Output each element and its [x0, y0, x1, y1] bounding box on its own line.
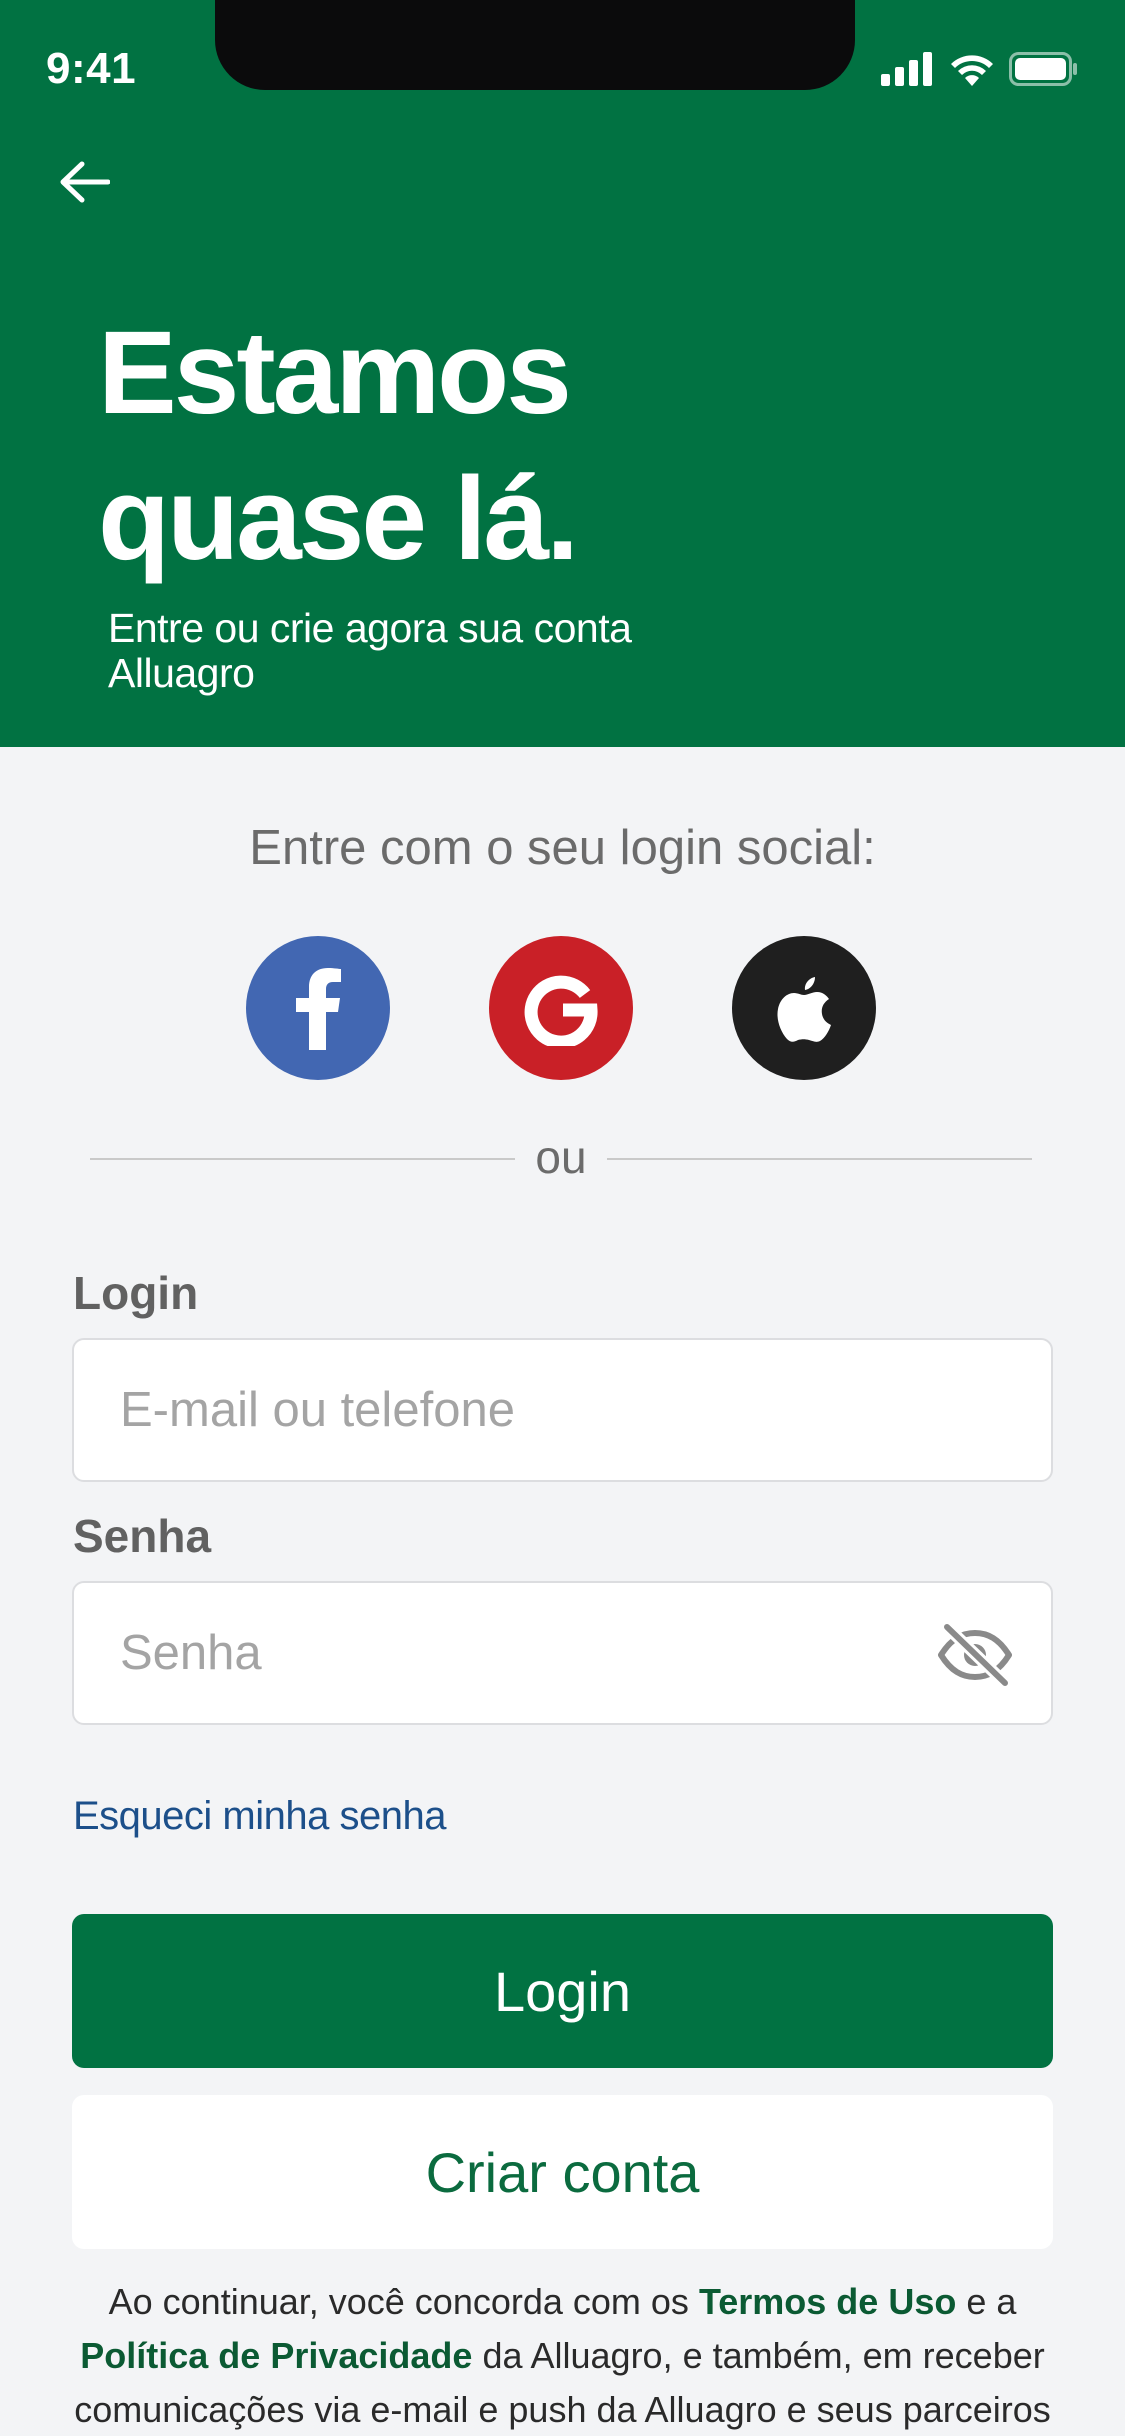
page-title: Estamos quase lá. — [98, 300, 579, 592]
social-login-title: Entre com o seu login social: — [249, 821, 876, 875]
arrow-left-icon — [60, 161, 110, 203]
facebook-icon — [296, 968, 341, 1050]
divider-text: ou — [535, 1131, 587, 1183]
page-title-line2: quase lá. — [98, 453, 579, 585]
status-time: 9:41 — [46, 44, 137, 93]
password-field — [72, 1581, 1053, 1725]
login-input[interactable] — [120, 1340, 960, 1480]
terms-text-1: Ao continuar, você concorda com os — [108, 2281, 699, 2322]
wifi-icon — [951, 55, 993, 86]
battery-icon — [1009, 52, 1077, 86]
or-divider: ou — [90, 1130, 1032, 1190]
google-icon — [524, 975, 598, 1046]
subtitle-line2: Alluagro — [108, 650, 255, 696]
terms-line1: Ao continuar, você concorda com os Termo… — [40, 2275, 1085, 2329]
status-icons — [881, 52, 1079, 86]
toggle-password-visibility[interactable] — [935, 1621, 1015, 1689]
terms-of-use-link[interactable]: Termos de Uso — [699, 2281, 956, 2322]
device-notch — [215, 0, 855, 90]
google-login-button[interactable] — [489, 936, 633, 1080]
terms-line3: comunicações via e-mail e push da Alluag… — [74, 2389, 1051, 2430]
login-label: Login — [73, 1267, 199, 1319]
terms-text-3: da Alluagro, e também, em receber — [472, 2335, 1045, 2376]
terms-line2: Política de Privacidade da Alluagro, e t… — [40, 2329, 1085, 2383]
terms-notice: Ao continuar, você concorda com os Termo… — [40, 2275, 1085, 2436]
divider-line-right — [607, 1158, 1032, 1160]
password-input[interactable] — [120, 1583, 960, 1723]
password-label: Senha — [73, 1510, 212, 1562]
privacy-policy-link[interactable]: Política de Privacidade — [80, 2335, 472, 2376]
social-login-buttons — [0, 936, 1125, 1080]
apple-login-button[interactable] — [732, 936, 876, 1080]
login-field — [72, 1338, 1053, 1482]
signal-icon — [881, 52, 932, 86]
forgot-password-link[interactable]: Esqueci minha senha — [73, 1794, 446, 1839]
create-account-button[interactable]: Criar conta — [72, 2095, 1053, 2249]
apple-icon — [777, 977, 831, 1042]
page-subtitle: Entre ou crie agora sua conta Alluagro — [108, 606, 748, 696]
facebook-login-button[interactable] — [246, 936, 390, 1080]
subtitle-line1: Entre ou crie agora sua conta — [108, 605, 632, 651]
page-title-line1: Estamos — [98, 307, 572, 439]
login-button[interactable]: Login — [72, 1914, 1053, 2068]
terms-text-2: e a — [956, 2281, 1017, 2322]
login-screen: 9:41 Estamos quase lá. Entre ou crie ago… — [0, 0, 1125, 2436]
back-button[interactable] — [52, 150, 116, 214]
header: 9:41 Estamos quase lá. Entre ou crie ago… — [0, 0, 1125, 747]
eye-off-icon — [938, 1621, 1012, 1689]
